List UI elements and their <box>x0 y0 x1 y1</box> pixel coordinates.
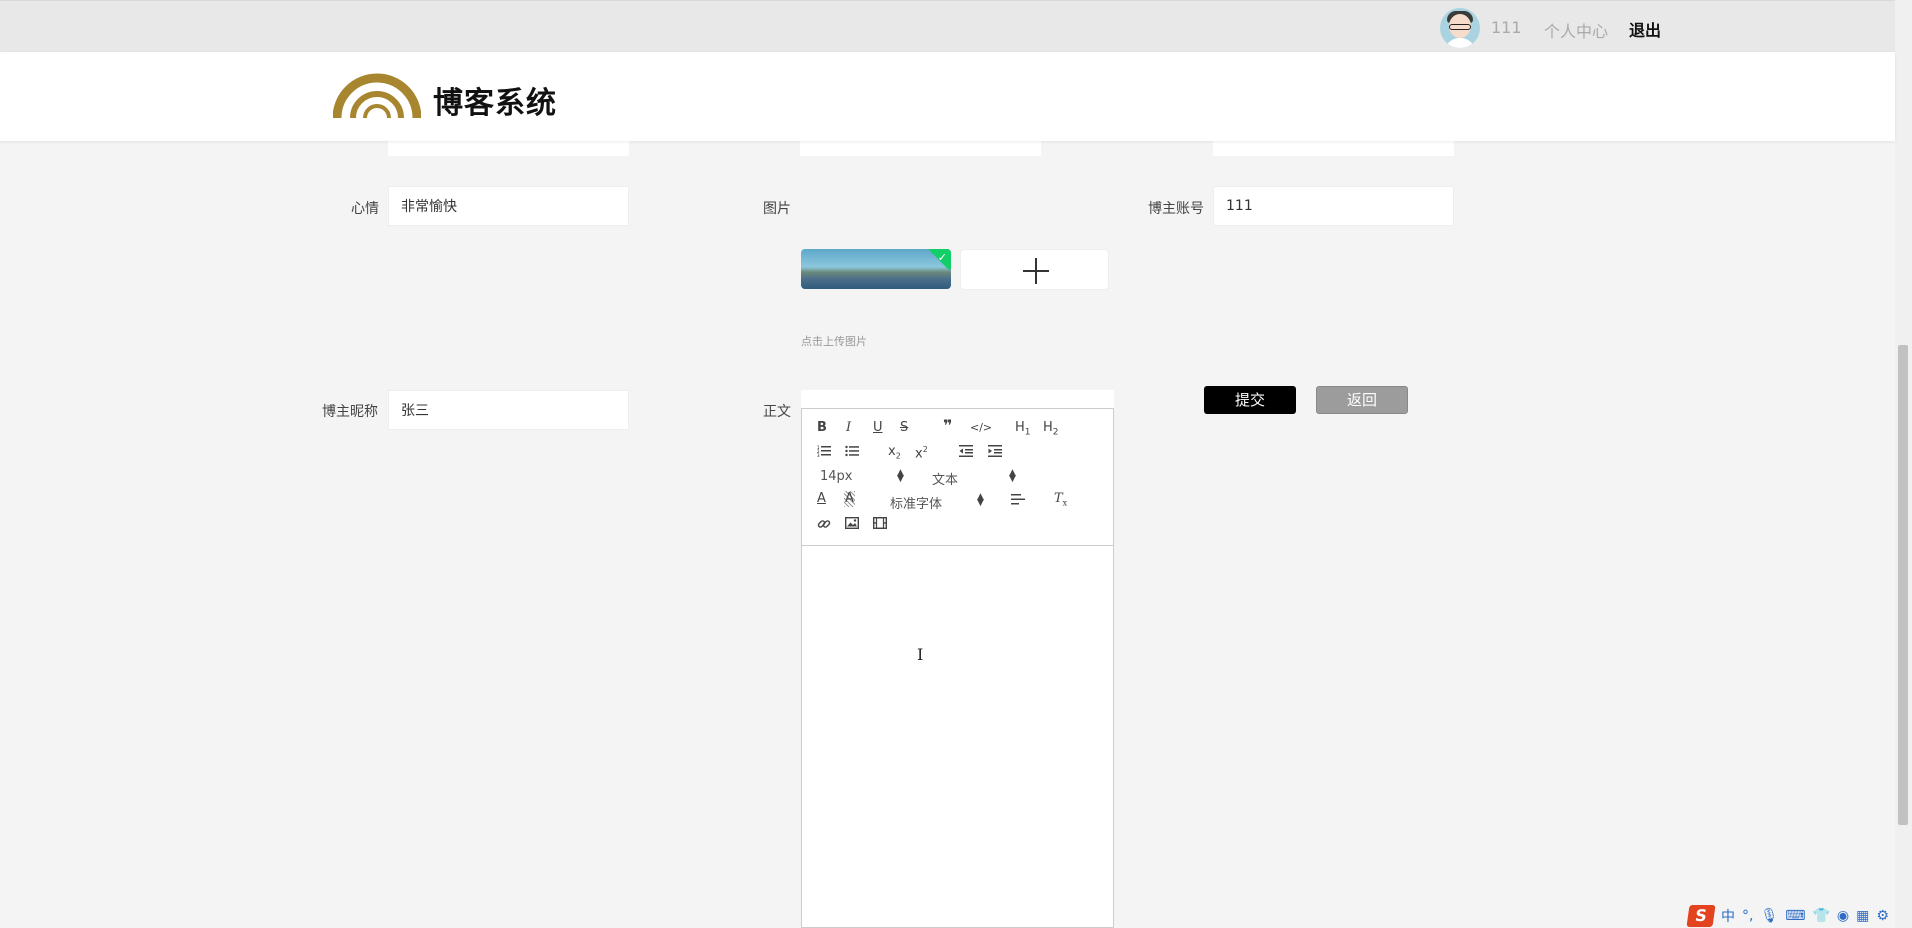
scrollbar-thumb[interactable] <box>1898 345 1908 825</box>
indent-icon[interactable] <box>988 445 1002 457</box>
font-family-select[interactable]: 标准字体 <box>890 493 942 512</box>
header-2-icon[interactable]: H2 <box>1043 420 1059 441</box>
align-left-icon[interactable] <box>1011 494 1025 505</box>
image-insert-icon[interactable] <box>845 517 859 529</box>
code-block-icon[interactable]: </> <box>970 420 992 436</box>
subscript-icon[interactable]: x2 <box>888 444 901 465</box>
bold-icon[interactable]: B <box>817 420 827 436</box>
text-cursor-icon: I <box>917 645 924 664</box>
check-icon: ✓ <box>937 251 947 264</box>
image-label: 图片 <box>763 201 791 217</box>
blogger-account-label: 博主账号 <box>1148 201 1204 217</box>
svg-text:3: 3 <box>817 453 820 457</box>
top-bar: 111 个人中心 退出 <box>0 0 1895 53</box>
header-1-icon[interactable]: H1 <box>1015 420 1031 441</box>
logo-icon <box>333 73 421 119</box>
upload-add-button[interactable] <box>960 249 1109 290</box>
link-icon[interactable] <box>817 517 831 531</box>
bullet-list-icon[interactable] <box>845 445 859 457</box>
submit-button[interactable]: 提交 <box>1204 386 1296 414</box>
content-label: 正文 <box>763 404 791 420</box>
microphone-icon[interactable]: 🎙 <box>1760 908 1778 924</box>
editor-toolbar: B I U S ❞ </> H1 H2 123 x2 x2 14px ▲ ▼ 文本… <box>801 408 1114 546</box>
skin-icon[interactable]: 👕 <box>1812 908 1829 924</box>
avatar-glasses <box>1449 24 1471 30</box>
strike-icon[interactable]: S <box>900 420 908 436</box>
upload-tip: 点击上传图片 <box>801 335 867 348</box>
punctuation-icon[interactable]: °, <box>1742 908 1753 924</box>
ordered-list-icon[interactable]: 123 <box>817 445 831 457</box>
paragraph-arrows-icon: ▲ ▼ <box>1009 468 1016 484</box>
assistant-icon[interactable]: ◉ <box>1837 908 1849 924</box>
blockquote-icon[interactable]: ❞ <box>943 418 952 434</box>
paragraph-select[interactable]: 文本 <box>932 469 958 488</box>
font-family-arrows-icon: ▲ ▼ <box>977 492 984 508</box>
uploaded-image-thumbnail[interactable]: ✓ <box>801 249 951 289</box>
font-size-arrows-icon: ▲ ▼ <box>897 468 904 484</box>
blogger-nickname-input[interactable] <box>388 390 629 430</box>
keyboard-icon[interactable]: ⌨ <box>1785 908 1805 924</box>
back-button[interactable]: 返回 <box>1316 386 1408 414</box>
underline-icon[interactable]: U <box>873 420 883 436</box>
user-avatar[interactable] <box>1440 8 1480 48</box>
clear-format-icon[interactable]: Tx <box>1054 491 1067 512</box>
blogger-nickname-label: 博主昵称 <box>322 404 378 420</box>
logout-link[interactable]: 退出 <box>1629 17 1661 41</box>
text-color-icon[interactable]: A <box>817 491 826 507</box>
outdent-icon[interactable] <box>959 445 973 457</box>
mood-input[interactable] <box>388 186 629 226</box>
font-size-select[interactable]: 14px <box>820 469 853 484</box>
toolbox-icon[interactable]: ▦ <box>1856 908 1869 924</box>
ime-toolbar: S 中 °, 🎙 ⌨ 👕 ◉ ▦ ⚙ <box>1686 904 1889 928</box>
background-color-icon[interactable]: A <box>844 491 855 507</box>
ime-mode-indicator[interactable]: 中 <box>1721 906 1735 926</box>
editor-content-area[interactable] <box>801 546 1114 928</box>
site-title: 博客系统 <box>433 86 557 121</box>
italic-icon[interactable]: I <box>846 420 851 436</box>
sogou-ime-icon[interactable]: S <box>1686 905 1716 927</box>
avatar-body <box>1445 38 1475 48</box>
personal-center-link[interactable]: 个人中心 <box>1544 18 1608 42</box>
editor-top-strip <box>801 390 1114 408</box>
blogger-account-input[interactable] <box>1213 186 1454 226</box>
superscript-icon[interactable]: x2 <box>915 442 928 462</box>
settings-icon[interactable]: ⚙ <box>1876 908 1889 924</box>
site-header: 博客系统 <box>0 52 1895 141</box>
mood-label: 心情 <box>351 201 379 217</box>
top-username: 111 <box>1491 18 1522 37</box>
video-insert-icon[interactable] <box>873 517 887 529</box>
